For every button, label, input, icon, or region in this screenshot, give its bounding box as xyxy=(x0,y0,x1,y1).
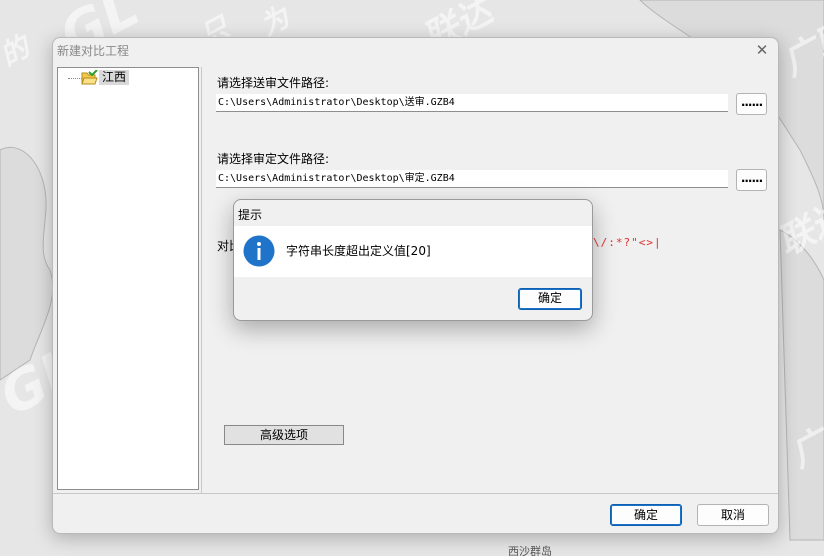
invalid-chars-hint: \/:*?"<>| xyxy=(593,236,662,249)
submitted-file-label: 请选择送审文件路径: xyxy=(217,76,330,90)
folder-open-icon[interactable] xyxy=(81,70,98,86)
map-label: 西沙群岛 xyxy=(508,545,552,556)
region-tree: 江西 xyxy=(57,67,199,490)
browse-approved-button[interactable]: ...... xyxy=(736,169,767,191)
dialog-title: 新建对比工程 xyxy=(57,44,130,58)
tree-connector xyxy=(68,78,82,79)
alert-body: 字符串长度超出定义值[20] xyxy=(234,226,592,277)
panel-divider xyxy=(201,67,202,493)
alert-ok-button[interactable]: 确定 xyxy=(518,288,582,310)
alert-dialog: 提示 字符串长度超出定义值[20] 确定 xyxy=(233,199,593,321)
ok-button[interactable]: 确定 xyxy=(610,504,682,526)
approved-file-path-input[interactable]: C:\Users\Administrator\Desktop\审定.GZB4 xyxy=(216,170,728,188)
cancel-button[interactable]: 取消 xyxy=(697,504,769,526)
footer-divider xyxy=(53,493,778,494)
tree-item-jiangxi[interactable]: 江西 xyxy=(99,70,130,85)
info-icon xyxy=(243,235,275,267)
browse-submitted-button[interactable]: ...... xyxy=(736,93,767,115)
approved-file-label: 请选择审定文件路径: xyxy=(217,152,330,166)
close-icon[interactable]: ✕ xyxy=(752,41,772,59)
advanced-options-button[interactable]: 高级选项 xyxy=(224,425,344,445)
alert-title: 提示 xyxy=(238,208,263,222)
alert-message: 字符串长度超出定义值[20] xyxy=(286,244,431,258)
submitted-file-path-input[interactable]: C:\Users\Administrator\Desktop\送审.GZB4 xyxy=(216,94,728,112)
